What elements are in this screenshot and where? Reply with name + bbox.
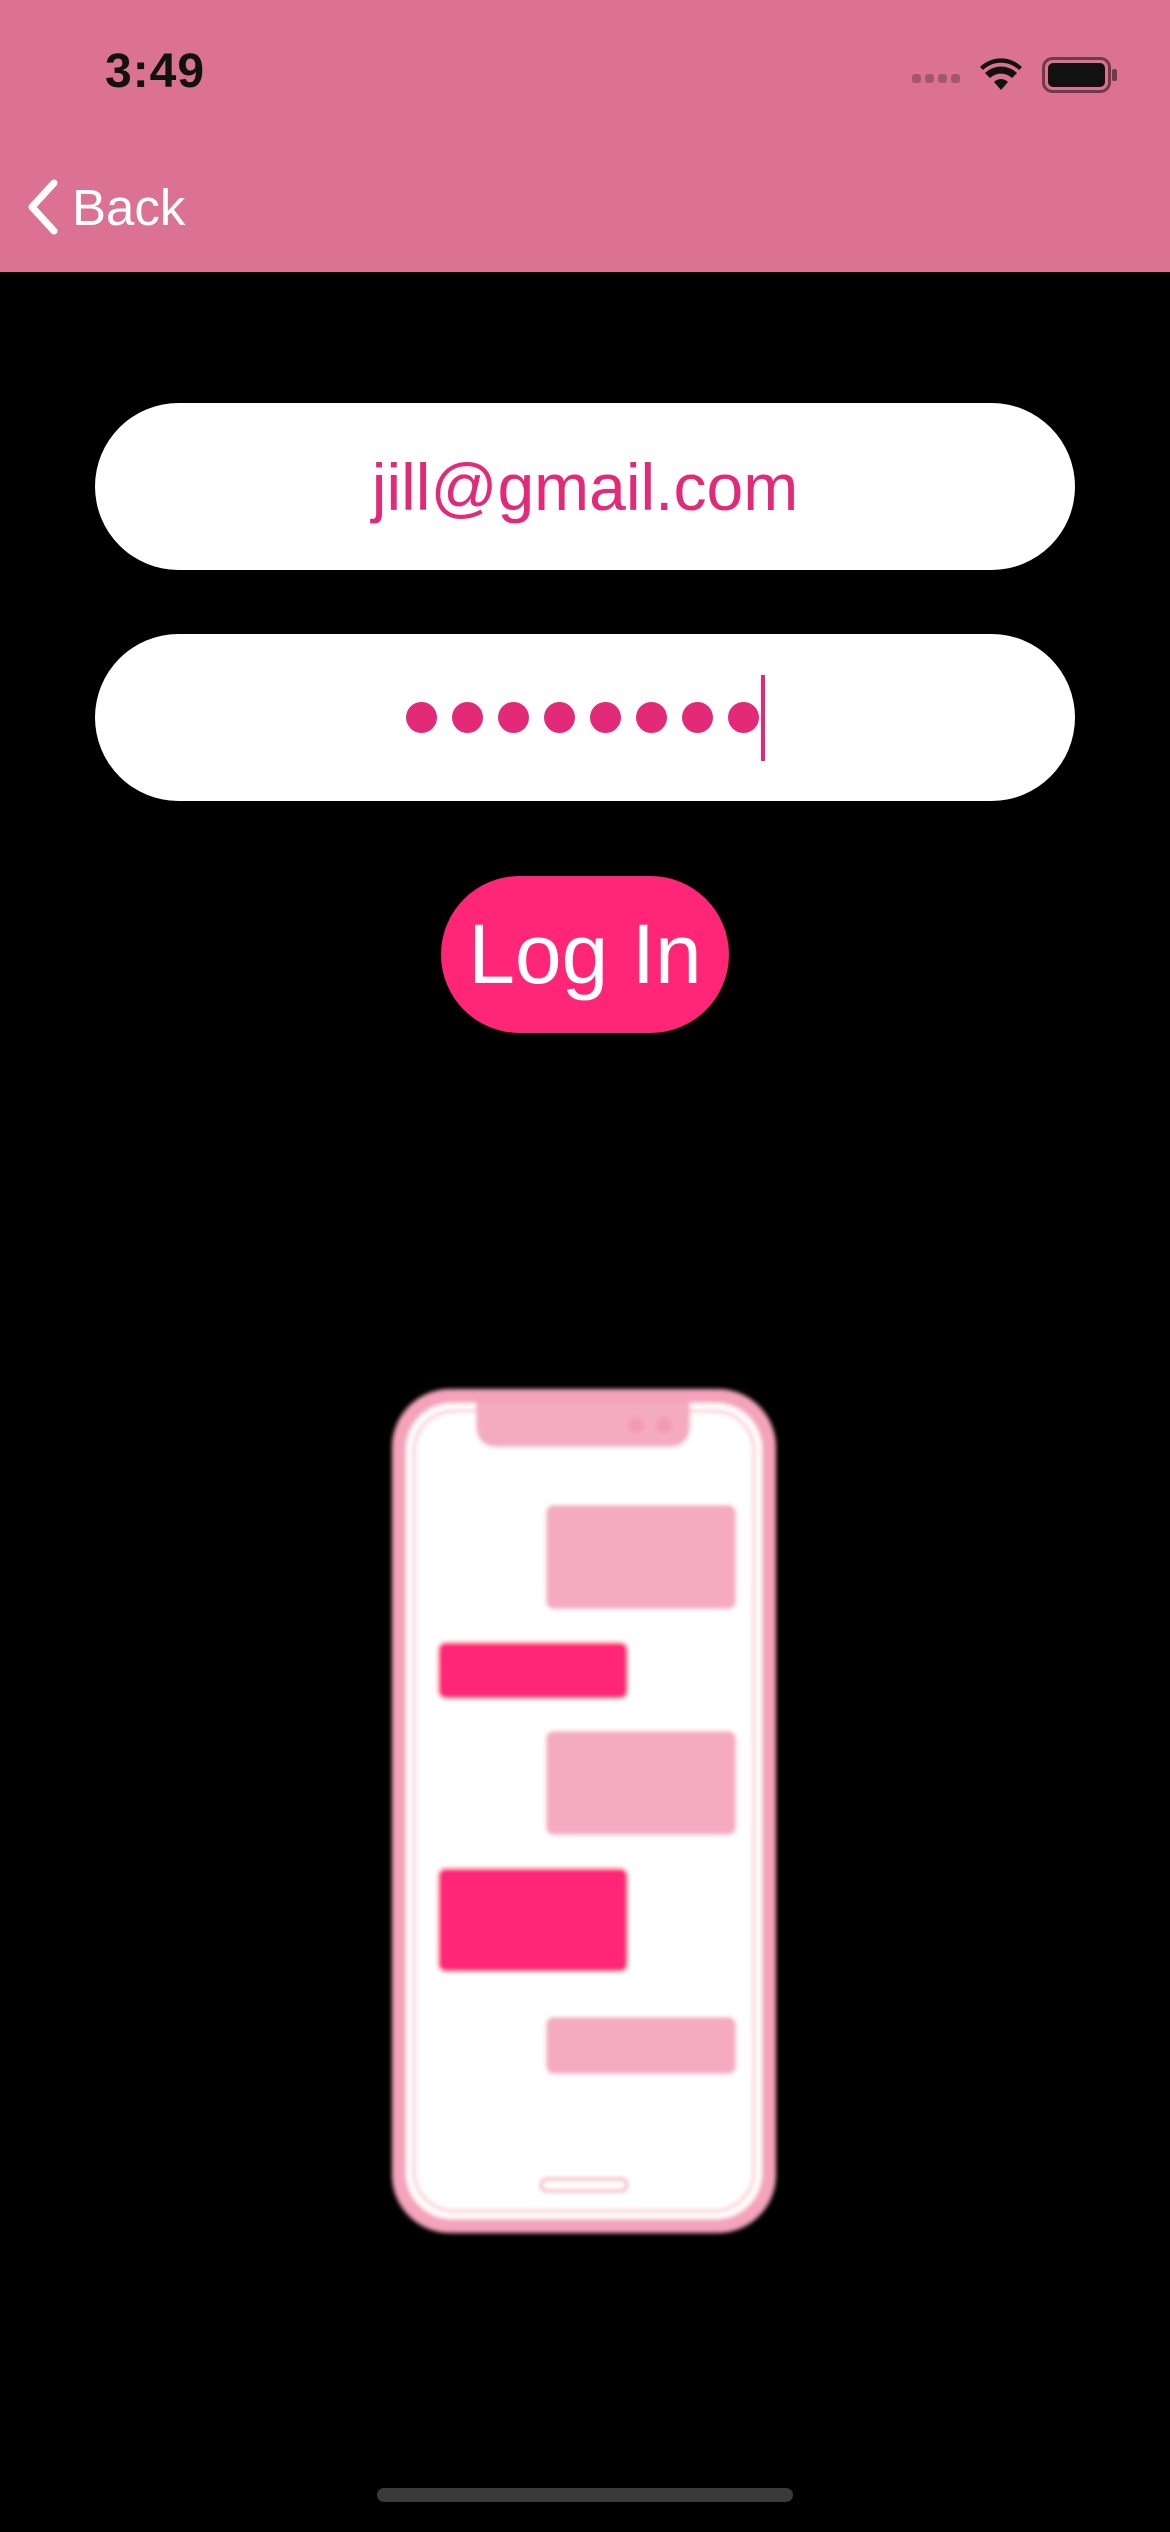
home-indicator: [377, 2488, 793, 2502]
password-dot: [635, 702, 667, 733]
status-icons: [912, 50, 1118, 100]
password-field[interactable]: [95, 634, 1075, 801]
password-dot: [589, 702, 621, 733]
password-dot: [543, 702, 575, 733]
email-value: jill@gmail.com: [371, 449, 799, 524]
login-label: Log In: [468, 907, 702, 1001]
chevron-left-icon: [28, 179, 58, 235]
password-dot: [405, 702, 437, 733]
password-mask: [405, 702, 759, 733]
back-button[interactable]: Back: [22, 172, 185, 242]
status-time: 3:49: [105, 45, 206, 98]
back-label: Back: [72, 178, 186, 236]
password-dot: [727, 702, 759, 733]
email-field[interactable]: jill@gmail.com: [95, 403, 1075, 570]
navigation-header: 3:49 Back: [0, 0, 1170, 272]
password-dot: [681, 702, 713, 733]
wifi-icon: [980, 58, 1022, 90]
phone-chat-illustration: [392, 1389, 776, 2233]
cellular-signal-icon: [912, 67, 960, 83]
password-dot: [497, 702, 529, 733]
text-cursor: [760, 674, 765, 761]
password-dot: [451, 702, 483, 733]
battery-icon: [1042, 57, 1117, 93]
login-button[interactable]: Log In: [441, 876, 729, 1033]
